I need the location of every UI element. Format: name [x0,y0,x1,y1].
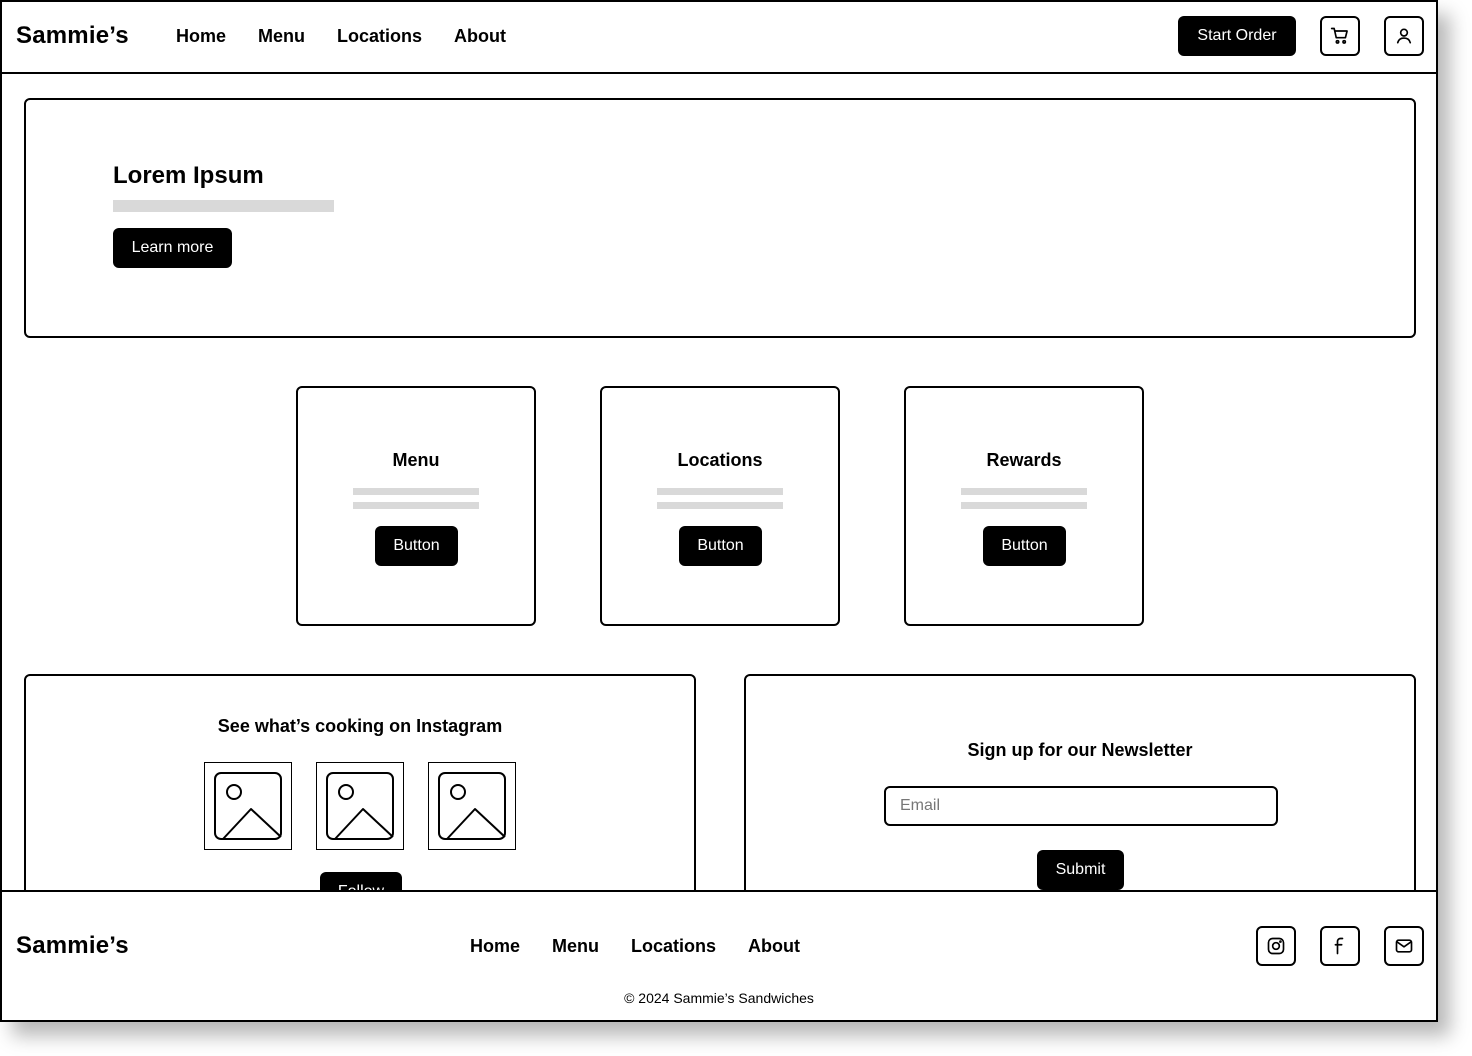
facebook-button[interactable] [1320,926,1360,966]
mail-button[interactable] [1384,926,1424,966]
instagram-photo[interactable] [204,762,292,850]
email-field[interactable] [884,786,1278,826]
main-nav: Home Menu Locations About [176,26,506,47]
user-icon [1396,28,1412,44]
footer-nav-about[interactable]: About [748,936,800,957]
card-title: Locations [677,450,763,470]
card-text-placeholder [353,488,479,495]
card-locations: Locations Button [600,386,840,626]
instagram-photo[interactable] [316,762,404,850]
page-frame: Sammie’s Home Menu Locations About Start… [0,0,1438,1022]
card-button[interactable]: Button [679,526,762,566]
footer-logo[interactable]: Sammie’s [16,932,129,960]
instagram-button[interactable] [1256,926,1296,966]
hero-title: Lorem Ipsum [113,162,264,189]
card-text-placeholder [657,502,783,509]
account-button[interactable] [1384,16,1424,56]
card-text-placeholder [353,502,479,509]
instagram-panel: See what’s cooking on Instagram Follow [24,674,696,914]
instagram-title: See what’s cooking on Instagram [217,716,503,736]
nav-about[interactable]: About [454,26,506,47]
newsletter-panel: Sign up for our Newsletter Submit [744,674,1416,914]
card-menu: Menu Button [296,386,536,626]
image-placeholder-icon [214,772,282,840]
card-rewards: Rewards Button [904,386,1144,626]
card-text-placeholder [657,488,783,495]
site-logo[interactable]: Sammie’s [16,22,129,50]
nav-home[interactable]: Home [176,26,226,47]
facebook-icon [1334,937,1344,955]
card-button[interactable]: Button [375,526,458,566]
footer-nav-locations[interactable]: Locations [631,936,716,957]
instagram-photo[interactable] [428,762,516,850]
card-title: Menu [392,450,440,470]
card-button[interactable]: Button [983,526,1066,566]
card-text-placeholder [961,502,1087,509]
newsletter-title: Sign up for our Newsletter [967,740,1193,760]
footer-nav: Home Menu Locations About [470,936,800,957]
cart-button[interactable] [1320,16,1360,56]
cart-icon [1330,27,1348,44]
site-header: Sammie’s Home Menu Locations About Start… [2,2,1436,74]
footer-nav-menu[interactable]: Menu [552,936,599,957]
image-placeholder-icon [326,772,394,840]
card-text-placeholder [961,488,1087,495]
submit-button[interactable]: Submit [1037,850,1124,890]
card-title: Rewards [986,450,1062,470]
hero-banner: Lorem Ipsum Learn more [24,98,1416,338]
learn-more-button[interactable]: Learn more [113,228,232,268]
start-order-button[interactable]: Start Order [1178,16,1296,56]
nav-locations[interactable]: Locations [337,26,422,47]
instagram-icon [1267,937,1285,955]
site-footer: Sammie’s Home Menu Locations About © 202… [2,890,1436,1020]
footer-nav-home[interactable]: Home [470,936,520,957]
copyright-text: © 2024 Sammie’s Sandwiches [624,990,814,1006]
mail-icon [1395,939,1413,953]
image-placeholder-icon [438,772,506,840]
hero-text-placeholder [113,200,334,212]
nav-menu[interactable]: Menu [258,26,305,47]
